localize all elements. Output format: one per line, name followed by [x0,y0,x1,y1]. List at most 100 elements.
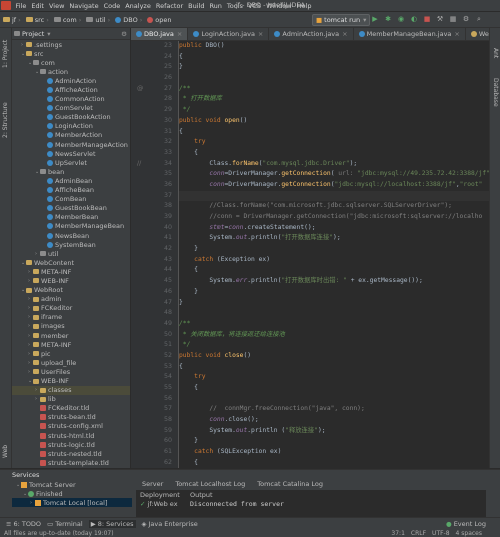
close-icon[interactable]: × [258,30,263,38]
menu-code[interactable]: Code [101,2,123,10]
tree-item[interactable]: AdminAction [12,76,130,85]
java-enterprise-tool-button[interactable]: ◈ Java Enterprise [142,520,198,528]
tree-item[interactable]: AfficheBean [12,186,130,195]
tree-item[interactable]: MemberBean [12,213,130,222]
run-config-select[interactable]: ■ tomcat run ▾ [312,14,371,26]
editor-tab[interactable]: WebRoot\index.jsp× [466,28,489,40]
tree-item[interactable]: › member [12,331,130,340]
editor-tab[interactable]: DBO.java × [131,28,189,40]
code-line[interactable]: System.err.println("打开数据库时出错: " + ex.get… [179,276,489,287]
tree-item[interactable]: ⌄ WebRoot [12,286,130,295]
code-line[interactable]: } [179,62,489,73]
database-tool-button[interactable]: Database [492,78,499,107]
deployment-item[interactable]: ✓ jf:Web ex [136,500,190,508]
code-line[interactable]: /** [179,84,489,95]
services-tool-button[interactable]: ▶ 8: Services [88,519,136,528]
menu-analyze[interactable]: Analyze [123,2,154,10]
tree-item[interactable]: › FCKeditor [12,304,130,313]
code-line[interactable]: { [179,127,489,138]
tab-server[interactable]: Server [136,480,169,489]
tree-item-tomcat-server[interactable]: ⌄ Tomcat Server [12,480,132,489]
tree-item[interactable]: ⌄ WEB-INF [12,376,130,385]
code-line[interactable]: catch (Exception ex) [179,255,489,266]
project-structure-icon[interactable]: ▦ [448,14,458,24]
tree-item[interactable]: FCKeditor.tld [12,404,130,413]
code-line[interactable]: { [179,362,489,373]
project-tool-button[interactable]: 1: Project [2,40,9,68]
breadcrumb-util[interactable]: util [86,16,106,24]
tree-item[interactable]: ⌄ action [12,67,130,76]
run-icon[interactable]: ▶ [370,14,380,24]
breadcrumb-open[interactable]: open [147,16,172,24]
code-line[interactable]: catch (SQLException ex) [179,447,489,458]
tab-tomcat-localhost-log[interactable]: Tomcat Localhost Log [169,480,251,489]
code-line[interactable]: conn.close(); [179,415,489,426]
code-line[interactable]: } [179,436,489,447]
debug-icon[interactable]: ✱ [383,14,393,24]
tree-item[interactable]: AfficheAction [12,85,130,94]
code-line[interactable]: { [179,265,489,276]
code-line[interactable]: public void close() [179,351,489,362]
menu-file[interactable]: File [13,2,29,10]
tree-item[interactable]: AdminBean [12,176,130,185]
code-line[interactable]: } [179,287,489,298]
tree-item[interactable]: struts-template.tld [12,458,130,467]
tree-item[interactable]: struts-logic.tld [12,440,130,449]
code-line[interactable]: System.out.println("打开数据库连接"); [179,233,489,244]
code-line[interactable]: } [179,298,489,309]
code-line[interactable]: stmt=conn.createStatement(); [179,223,489,234]
tree-item-tomcat-local[interactable]: › Tomcat Local [local] [12,498,132,508]
code-line[interactable]: */ [179,340,489,351]
editor-tab[interactable]: AdminAction.java × [269,28,354,40]
web-tool-button[interactable]: Web [2,445,9,458]
tree-item[interactable]: NewsServlet [12,149,130,158]
breadcrumb-jf[interactable]: jf [3,16,16,24]
ant-tool-button[interactable]: Ant [492,48,499,58]
close-icon[interactable]: × [454,30,459,38]
menu-view[interactable]: View [46,2,66,10]
code-view[interactable]: 23 24 25 26 @27 28 29 30 31 32 33//34 35 36 37 38 39 40 4… [131,41,489,468]
tree-item[interactable]: › .settings [12,40,130,49]
tree-item[interactable]: › WEB-INF [12,276,130,285]
tree-item[interactable]: ComBean [12,195,130,204]
line-separator[interactable]: CRLF [411,530,426,537]
terminal-tool-button[interactable]: ▭ Terminal [47,520,83,528]
tree-item-finished[interactable]: ⌄ Finished [12,489,132,498]
settings-icon[interactable]: ⚙ [461,14,471,24]
code-line[interactable]: try [179,372,489,383]
tree-item[interactable]: › classes [12,385,130,395]
code-line[interactable]: public DBO() [179,41,489,52]
code-line[interactable]: } [179,244,489,255]
tree-item[interactable]: › images [12,322,130,331]
structure-tool-button[interactable]: 2: Structure [2,102,9,138]
event-log-button[interactable]: ● Event Log [446,520,486,528]
code-line[interactable]: * 关闭数据库，将连接返还给连接池 [179,330,489,341]
close-icon[interactable]: × [342,30,347,38]
code-line[interactable]: conn=DriverManager.getConnection("jdbc:m… [179,180,489,191]
code-line[interactable]: { [179,52,489,63]
tree-item[interactable]: › META-INF [12,267,130,276]
code-line[interactable]: /** [179,319,489,330]
code-line[interactable]: public void open() [179,116,489,127]
tree-item[interactable]: GuestBookAction [12,113,130,122]
gear-icon[interactable]: ⚙ [121,30,127,38]
tree-item[interactable]: struts-config.xml [12,422,130,431]
file-encoding[interactable]: UTF-8 [432,530,450,537]
code-line[interactable]: //Class.forName("com.microsoft.jdbc.sqls… [179,201,489,212]
code-line[interactable] [179,73,489,84]
tree-item[interactable]: › admin [12,295,130,304]
tree-item[interactable]: › util [12,249,130,258]
coverage-icon[interactable]: ◉ [396,14,406,24]
tree-item[interactable]: › UserFiles [12,367,130,376]
profile-icon[interactable]: ◐ [409,14,419,24]
tree-item[interactable]: LoginAction [12,122,130,131]
breadcrumb-com[interactable]: com [53,16,77,24]
tree-item[interactable]: struts-bean.tld [12,413,130,422]
tab-tomcat-catalina-log[interactable]: Tomcat Catalina Log [251,480,329,489]
breadcrumb-dbo[interactable]: DBO [115,16,138,24]
close-icon[interactable]: × [177,30,182,38]
menu-run[interactable]: Run [207,2,224,10]
tree-item[interactable]: ComServlet [12,104,130,113]
tree-item[interactable]: CommonAction [12,95,130,104]
tree-item[interactable]: › pic [12,349,130,358]
